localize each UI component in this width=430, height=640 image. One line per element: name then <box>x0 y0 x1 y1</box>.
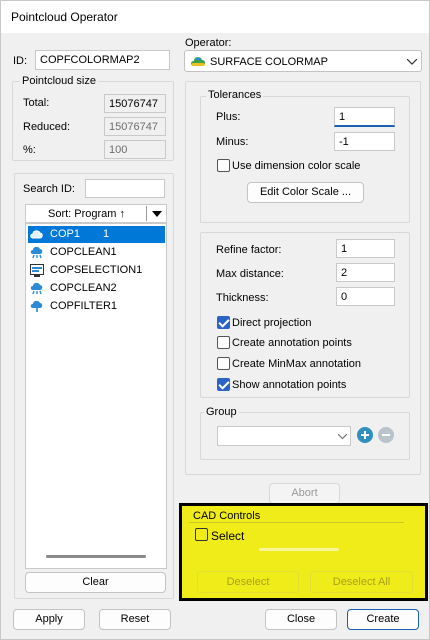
percent-value: 100 <box>104 140 166 159</box>
list-item-name: COPSELECTION1 <box>50 264 143 276</box>
direct-projection-checkbox[interactable] <box>217 316 230 329</box>
minus-input[interactable]: -1 <box>334 132 395 151</box>
max-distance-input[interactable]: 2 <box>336 263 395 282</box>
selection-icon <box>30 264 44 277</box>
list-scrollbar[interactable] <box>46 555 146 558</box>
reset-button[interactable]: Reset <box>99 609 171 630</box>
show-annotation-checkbox[interactable] <box>217 378 230 391</box>
cad-select-checkbox[interactable] <box>195 528 208 541</box>
create-annotation-checkbox[interactable] <box>217 336 230 349</box>
id-input[interactable]: COPFCOLORMAP2 <box>35 50 170 70</box>
clean-cloud-icon <box>30 246 43 259</box>
operator-label: Operator: <box>185 37 232 49</box>
list-item-number: 1 <box>103 228 110 240</box>
group-title: Group <box>204 406 239 418</box>
plus-input[interactable]: 1 <box>334 107 395 127</box>
minus-label: Minus: <box>216 136 249 148</box>
program-list[interactable]: COP1 1 COPCLEAN1 COPSELECTION1 COPCLEAN2… <box>25 223 167 569</box>
clear-button[interactable]: Clear <box>25 572 166 593</box>
plus-label: Plus: <box>216 111 241 123</box>
minmax-annotation-checkbox[interactable] <box>217 357 230 370</box>
refine-factor-input[interactable]: 1 <box>336 239 395 258</box>
close-button[interactable]: Close <box>265 609 337 630</box>
reduced-label: Reduced: <box>23 121 71 133</box>
add-group-button[interactable] <box>357 427 373 443</box>
create-annotation-label: Create annotation points <box>232 337 352 349</box>
list-item-copfilter1[interactable]: COPFILTER1 <box>28 298 165 315</box>
apply-button[interactable]: Apply <box>13 609 85 630</box>
list-item-cop1[interactable]: COP1 1 <box>28 226 165 243</box>
max-distance-label: Max distance: <box>216 268 284 280</box>
list-item-name: COP1 <box>50 228 80 240</box>
deselect-all-button[interactable]: Deselect All <box>310 571 413 593</box>
tolerances-title: Tolerances <box>206 89 264 101</box>
deselect-button[interactable]: Deselect <box>197 571 299 593</box>
list-item-copselection1[interactable]: COPSELECTION1 <box>28 262 165 279</box>
cad-divider <box>189 522 404 523</box>
total-label: Total: <box>23 97 50 109</box>
sort-dropdown[interactable]: Sort: Program ↑ <box>25 204 167 223</box>
minmax-annotation-label: Create MinMax annotation <box>232 358 362 370</box>
group-select[interactable] <box>217 426 351 446</box>
chevron-down-icon <box>407 59 417 65</box>
direct-projection-label: Direct projection <box>232 317 312 329</box>
operator-select[interactable]: SURFACE COLORMAP <box>184 50 422 72</box>
list-item-copclean2[interactable]: COPCLEAN2 <box>28 280 165 297</box>
list-item-name: COPCLEAN1 <box>50 246 117 258</box>
edit-color-scale-button[interactable]: Edit Color Scale ... <box>247 182 364 203</box>
thickness-input[interactable]: 0 <box>336 287 395 306</box>
chevron-down-icon <box>152 211 162 217</box>
reduced-value: 15076747 <box>104 117 166 136</box>
sort-divider <box>146 206 147 221</box>
title-bar[interactable]: Pointcloud Operator <box>1 1 429 33</box>
create-button[interactable]: Create <box>347 609 419 630</box>
total-value: 15076747 <box>104 94 166 113</box>
refine-factor-label: Refine factor: <box>216 244 282 256</box>
minus-icon <box>382 434 390 436</box>
window-title: Pointcloud Operator <box>11 10 118 24</box>
cad-select-label: Select <box>211 529 245 543</box>
remove-group-button[interactable] <box>378 427 394 443</box>
percent-label: %: <box>23 144 36 156</box>
search-id-input[interactable] <box>85 179 165 198</box>
sort-label: Sort: Program ↑ <box>48 208 126 220</box>
cad-separator <box>259 548 339 551</box>
abort-button[interactable]: Abort <box>269 483 340 504</box>
list-item-copclean1[interactable]: COPCLEAN1 <box>28 244 165 261</box>
show-annotation-label: Show annotation points <box>232 379 347 391</box>
clean-cloud-icon <box>30 282 43 295</box>
plus-icon <box>361 431 369 439</box>
chevron-down-icon <box>338 434 347 439</box>
dimension-color-checkbox[interactable] <box>217 159 230 172</box>
colormap-cloud-icon <box>191 57 205 66</box>
pointcloud-operator-window: Pointcloud Operator ID: COPFCOLORMAP2 Po… <box>0 0 430 640</box>
list-item-name: COPCLEAN2 <box>50 282 117 294</box>
operator-value: SURFACE COLORMAP <box>210 56 328 68</box>
cad-controls-title: CAD Controls <box>193 510 261 522</box>
list-item-name: COPFILTER1 <box>50 300 118 312</box>
search-id-label: Search ID: <box>23 183 75 195</box>
id-label: ID: <box>13 55 28 67</box>
dimension-color-label: Use dimension color scale <box>232 160 361 172</box>
thickness-label: Thickness: <box>216 292 269 304</box>
cloud-icon <box>30 230 43 239</box>
filter-cloud-icon <box>30 300 43 312</box>
pointcloud-size-title: Pointcloud size <box>20 75 98 87</box>
